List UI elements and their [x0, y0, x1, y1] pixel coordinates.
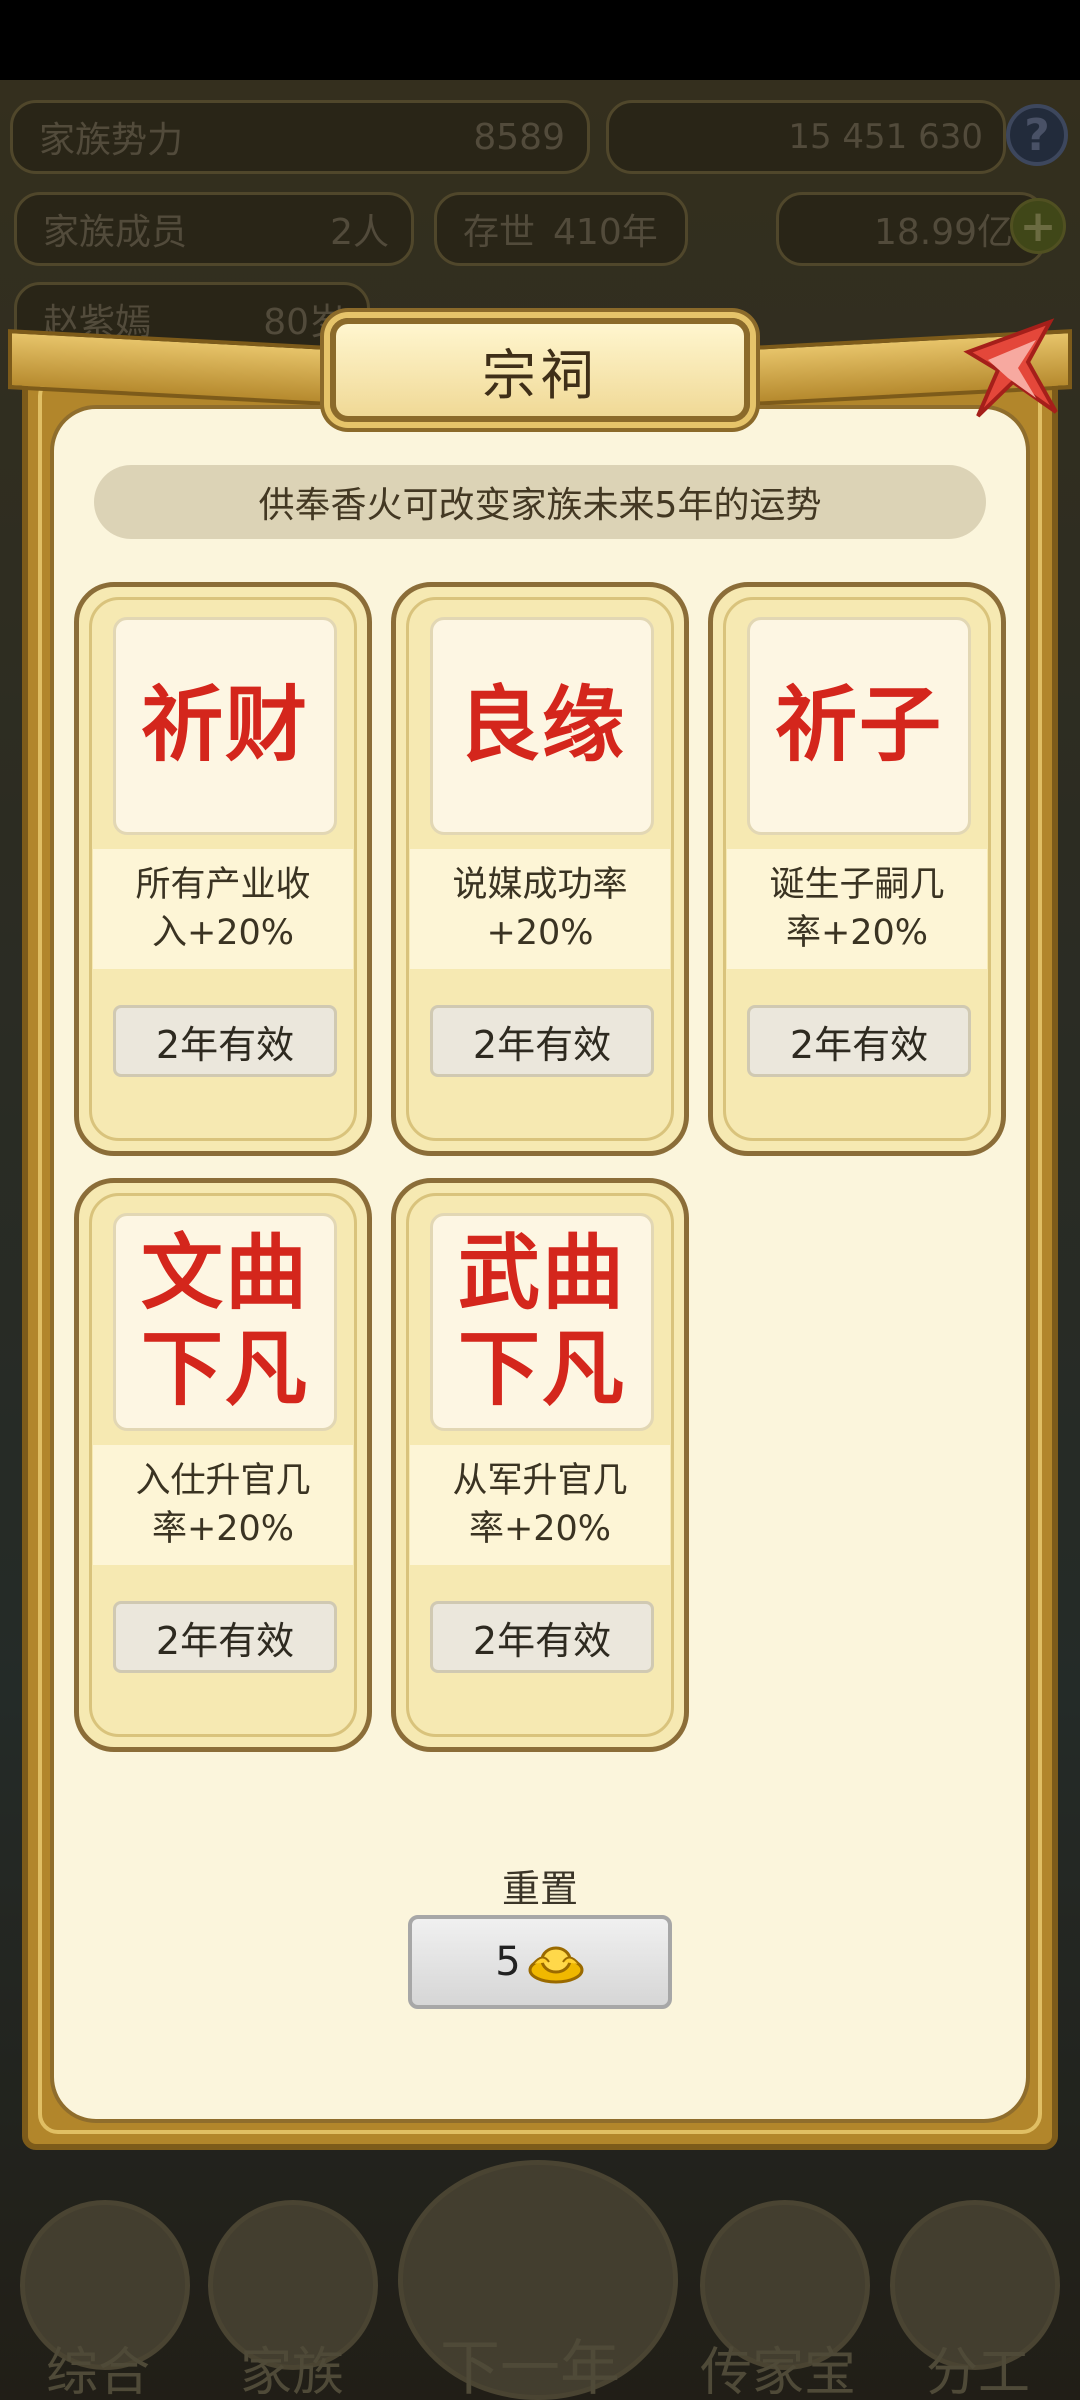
add-gold-icon: + — [1010, 198, 1066, 254]
gold-ingot-icon — [528, 1946, 584, 1984]
resource-box: 15 451 630 — [606, 100, 1006, 174]
card-title-box: 祈财 — [113, 617, 337, 835]
family-power-box: 家族势力 8589 — [10, 100, 590, 174]
hall-description-text: 供奉香火可改变家族未来5年的运势 — [258, 485, 822, 526]
card-effect-band: 入仕升官几率+20% — [93, 1445, 353, 1565]
card-duration: 2年有效 — [155, 1022, 295, 1067]
nav-family-label: 家族 — [240, 2343, 345, 2400]
card-activate-button[interactable]: 2年有效 — [430, 1601, 654, 1673]
family-power-value: 8589 — [473, 116, 565, 158]
hall-description: 供奉香火可改变家族未来5年的运势 — [94, 465, 986, 539]
close-button[interactable] — [958, 312, 1058, 422]
card-title-box: 武曲下凡 — [430, 1213, 654, 1431]
alive-years-box: 存世 410年 — [434, 192, 688, 266]
help-icon: ? — [1006, 104, 1068, 166]
card-effect-band: 所有产业收入+20% — [93, 849, 353, 969]
modal-title-plate: 宗祠 — [330, 318, 750, 422]
blessing-card-marriage: 良缘 说媒成功率+20% 2年有效 — [391, 582, 689, 1156]
card-duration: 2年有效 — [155, 1618, 295, 1663]
bottom-nav: 综合 家族 下一年 传家宝 分工 — [0, 2160, 1080, 2400]
card-effect: 诞生子嗣几率+20% — [769, 865, 945, 953]
card-activate-button[interactable]: 2年有效 — [113, 1005, 337, 1077]
card-effect: 所有产业收入+20% — [135, 865, 311, 953]
blessing-card-military: 武曲下凡 从军升官几率+20% 2年有效 — [391, 1178, 689, 1752]
card-title: 文曲下凡 — [140, 1226, 309, 1417]
blessing-card-civil: 文曲下凡 入仕升官几率+20% 2年有效 — [74, 1178, 372, 1752]
nav-heirloom-label: 传家宝 — [700, 2343, 857, 2400]
card-effect-band: 诞生子嗣几率+20% — [727, 849, 987, 969]
card-title: 祈财 — [140, 678, 309, 773]
close-ribbon-icon — [963, 318, 1058, 418]
card-duration: 2年有效 — [789, 1022, 929, 1067]
reset-cost: 5 — [495, 1939, 521, 1985]
card-duration: 2年有效 — [472, 1618, 612, 1663]
status-bar — [0, 0, 1080, 80]
card-duration: 2年有效 — [472, 1022, 612, 1067]
card-effect: 说媒成功率+20% — [452, 865, 628, 953]
card-title: 武曲下凡 — [457, 1226, 626, 1417]
card-effect-band: 从军升官几率+20% — [410, 1445, 670, 1565]
card-effect-band: 说媒成功率+20% — [410, 849, 670, 969]
blessing-card-wealth: 祈财 所有产业收入+20% 2年有效 — [74, 582, 372, 1156]
modal-title: 宗祠 — [482, 343, 598, 407]
gold-box: 18.99亿 — [776, 192, 1046, 266]
family-members-value: 2人 — [330, 212, 389, 253]
nav-overview-label: 综合 — [46, 2343, 151, 2400]
card-title: 良缘 — [457, 678, 626, 773]
blessing-card-offspring: 祈子 诞生子嗣几率+20% 2年有效 — [708, 582, 1006, 1156]
nav-next-year-label: 下一年 — [440, 2334, 620, 2400]
nav-division-label: 分工 — [926, 2343, 1031, 2400]
alive-years-value: 410年 — [553, 212, 658, 253]
family-power-label: 家族势力 — [39, 120, 184, 161]
resource-values: 15 451 630 — [788, 117, 983, 157]
reset-button[interactable]: 5 — [408, 1915, 672, 2009]
card-title-box: 文曲下凡 — [113, 1213, 337, 1431]
card-activate-button[interactable]: 2年有效 — [747, 1005, 971, 1077]
family-members-box: 家族成员 2人 — [14, 192, 414, 266]
card-title-box: 祈子 — [747, 617, 971, 835]
card-effect: 入仕升官几率+20% — [135, 1461, 311, 1549]
card-effect: 从军升官几率+20% — [452, 1461, 628, 1549]
reset-label: 重置 — [501, 1867, 578, 1911]
alive-years-label: 存世 — [463, 212, 536, 253]
family-members-label: 家族成员 — [43, 212, 188, 253]
card-title: 祈子 — [774, 678, 943, 773]
gold-amount: 18.99亿 — [873, 212, 1013, 253]
card-activate-button[interactable]: 2年有效 — [113, 1601, 337, 1673]
card-activate-button[interactable]: 2年有效 — [430, 1005, 654, 1077]
card-title-box: 良缘 — [430, 617, 654, 835]
